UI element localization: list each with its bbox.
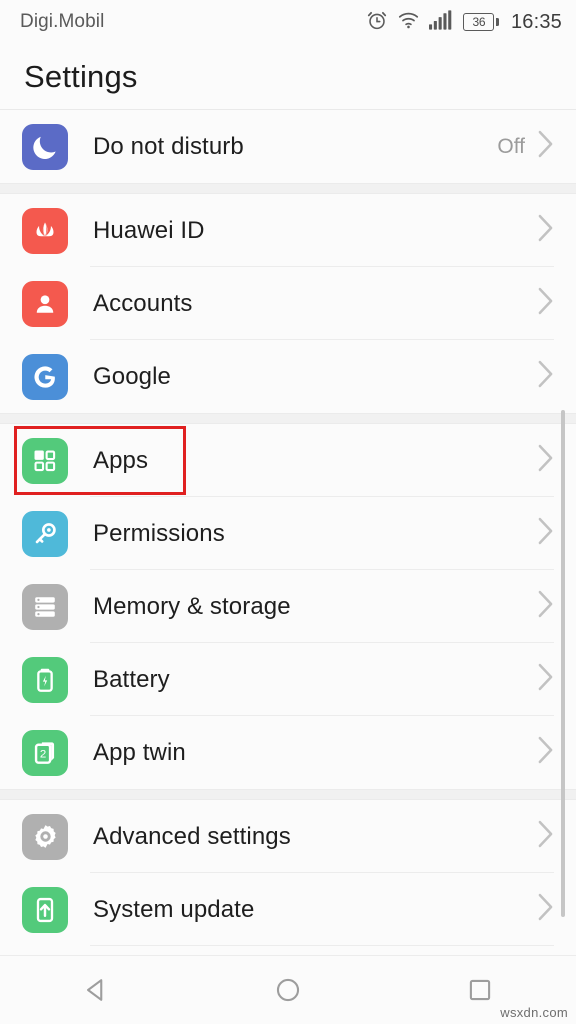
apps-grid-icon xyxy=(22,437,68,484)
navigation-bar: wsxdn.com xyxy=(0,955,576,1024)
sidebar-item-label: Accounts xyxy=(93,289,193,317)
gear-icon xyxy=(22,813,68,860)
sidebar-item-label: Do not disturb xyxy=(93,132,244,160)
page-title: Settings xyxy=(24,58,138,94)
home-circle-icon[interactable] xyxy=(250,956,326,1024)
key-icon xyxy=(22,510,68,557)
chevron-right-icon xyxy=(537,820,554,853)
section-separator xyxy=(0,413,576,424)
sidebar-item-system-update[interactable]: System update xyxy=(0,873,576,946)
svg-text:2: 2 xyxy=(39,748,45,760)
clock-label: 16:35 xyxy=(510,10,562,33)
battery-icon: 36 xyxy=(463,13,499,31)
settings-section: Apps Permissions Memory & storage Batter… xyxy=(0,424,576,789)
chevron-right-icon xyxy=(537,736,554,769)
sidebar-item-do-not-disturb[interactable]: Do not disturb Off xyxy=(0,110,576,183)
wifi-icon xyxy=(397,9,420,36)
sidebar-item-memory-storage[interactable]: Memory & storage xyxy=(0,570,576,643)
sidebar-item-label: Battery xyxy=(93,665,170,693)
google-g-icon xyxy=(22,353,68,400)
alarm-icon xyxy=(366,9,388,36)
battery-icon xyxy=(22,656,68,703)
system-update-icon xyxy=(22,886,68,933)
settings-section: Huawei ID Accounts Google xyxy=(0,194,576,413)
sidebar-item-label: Memory & storage xyxy=(93,592,291,620)
row-divider xyxy=(90,945,554,946)
back-triangle-icon[interactable] xyxy=(58,956,134,1024)
chevron-right-icon xyxy=(537,590,554,623)
sidebar-item-google[interactable]: Google xyxy=(0,340,576,413)
sidebar-item-battery[interactable]: Battery xyxy=(0,643,576,716)
chevron-right-icon xyxy=(537,517,554,550)
chevron-right-icon xyxy=(537,130,554,163)
do-not-disturb-value: Off xyxy=(497,134,525,158)
carrier-label: Digi.Mobil xyxy=(20,11,105,32)
sidebar-item-apps[interactable]: Apps xyxy=(0,424,576,497)
sidebar-item-permissions[interactable]: Permissions xyxy=(0,497,576,570)
chevron-right-icon xyxy=(537,360,554,393)
section-separator xyxy=(0,183,576,194)
battery-cap xyxy=(495,18,499,26)
sidebar-item-label: System update xyxy=(93,895,255,923)
person-icon xyxy=(22,280,68,327)
app-twin-icon: 2 xyxy=(22,729,68,776)
battery-percent-label: 36 xyxy=(472,15,486,29)
chevron-right-icon xyxy=(537,663,554,696)
sidebar-item-label: Advanced settings xyxy=(93,822,291,850)
sidebar-item-advanced-settings[interactable]: Advanced settings xyxy=(0,800,576,873)
sidebar-item-app-twin[interactable]: 2 App twin xyxy=(0,716,576,789)
settings-section: Advanced settings System update xyxy=(0,800,576,946)
sidebar-item-label: Google xyxy=(93,362,171,390)
sidebar-item-label: App twin xyxy=(93,738,186,766)
storage-icon xyxy=(22,583,68,630)
scrollbar[interactable] xyxy=(561,410,565,917)
signal-icon xyxy=(429,9,454,35)
sidebar-item-accounts[interactable]: Accounts xyxy=(0,267,576,340)
sidebar-item-label: Huawei ID xyxy=(93,216,205,244)
status-bar: Digi.Mobil 36 16:35 xyxy=(0,0,576,44)
chevron-right-icon xyxy=(537,444,554,477)
huawei-logo-icon xyxy=(22,207,68,254)
sidebar-item-label: Apps xyxy=(93,446,149,474)
watermark-label: wsxdn.com xyxy=(500,1005,568,1020)
chevron-right-icon xyxy=(537,214,554,247)
settings-section: Do not disturb Off xyxy=(0,110,576,183)
settings-list[interactable]: Do not disturb Off Huawei ID Accounts Go… xyxy=(0,110,576,955)
sidebar-item-label: Permissions xyxy=(93,519,225,547)
page-header: Settings xyxy=(0,44,576,110)
chevron-right-icon xyxy=(537,893,554,926)
status-icons-group: 36 16:35 xyxy=(366,9,562,36)
sidebar-item-huawei-id[interactable]: Huawei ID xyxy=(0,194,576,267)
chevron-right-icon xyxy=(537,287,554,320)
moon-icon xyxy=(22,123,68,170)
section-separator xyxy=(0,789,576,800)
phone-screen: Digi.Mobil 36 16:35 Settings Do not dist… xyxy=(0,0,576,1024)
